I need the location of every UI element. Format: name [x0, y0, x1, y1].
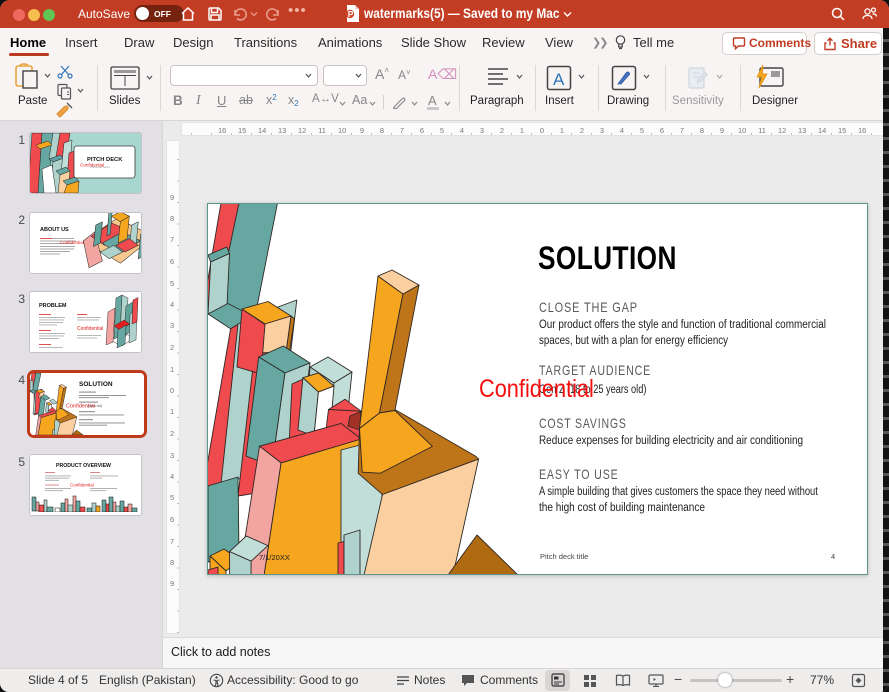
svg-text:A: A [553, 70, 565, 89]
svg-text:Confidential: Confidential [60, 240, 84, 245]
svg-text:Pitch deck title: Pitch deck title [540, 552, 588, 561]
svg-text:SOLUTION: SOLUTION [79, 381, 113, 388]
svg-text:Confidential: Confidential [77, 326, 103, 332]
svg-text:4: 4 [831, 552, 835, 561]
svg-text:years old): years old) [88, 404, 102, 408]
svg-text:Confidential: Confidential [70, 483, 94, 488]
svg-text:ABOUT US: ABOUT US [40, 227, 69, 233]
svg-text:P: P [348, 9, 354, 19]
svg-text:PRODUCT OVERVIEW: PRODUCT OVERVIEW [56, 463, 111, 469]
svg-text:7/1/20XX: 7/1/20XX [259, 553, 290, 562]
svg-text:Presenter name: Presenter name [90, 165, 110, 169]
svg-text:PROBLEM: PROBLEM [39, 303, 67, 309]
